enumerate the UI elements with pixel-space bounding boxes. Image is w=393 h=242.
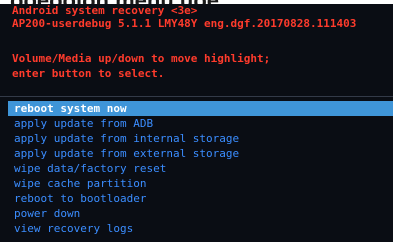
menu-item-apply-update-adb[interactable]: apply update from ADB (14, 116, 153, 131)
menu-item-power-down[interactable]: power down (14, 206, 80, 221)
photo-frame: ooeooion menu uoe Android system recover… (0, 0, 393, 242)
menu-item-apply-update-internal[interactable]: apply update from internal storage (14, 131, 239, 146)
header-build: AP200-userdebug 5.1.1 LMY48Y eng.dgf.201… (12, 17, 357, 30)
header-instructions: Volume/Media up/down to move highlight; (12, 52, 271, 65)
menu-item-label: reboot system now (14, 102, 127, 115)
menu-item-wipe-cache[interactable]: wipe cache partition (14, 176, 146, 191)
separator-line (0, 96, 393, 97)
menu-item-reboot-bootloader[interactable]: reboot to bootloader (14, 191, 146, 206)
recovery-screen: Android system recovery <3e> AP200-userd… (0, 4, 393, 242)
menu-item-view-logs[interactable]: view recovery logs (14, 221, 133, 236)
menu-item-wipe-data[interactable]: wipe data/factory reset (14, 161, 166, 176)
header-instructions-2: enter button to select. (12, 67, 165, 80)
menu-item-apply-update-external[interactable]: apply update from external storage (14, 146, 239, 161)
menu-item-reboot-system-now[interactable]: reboot system now (8, 101, 393, 116)
